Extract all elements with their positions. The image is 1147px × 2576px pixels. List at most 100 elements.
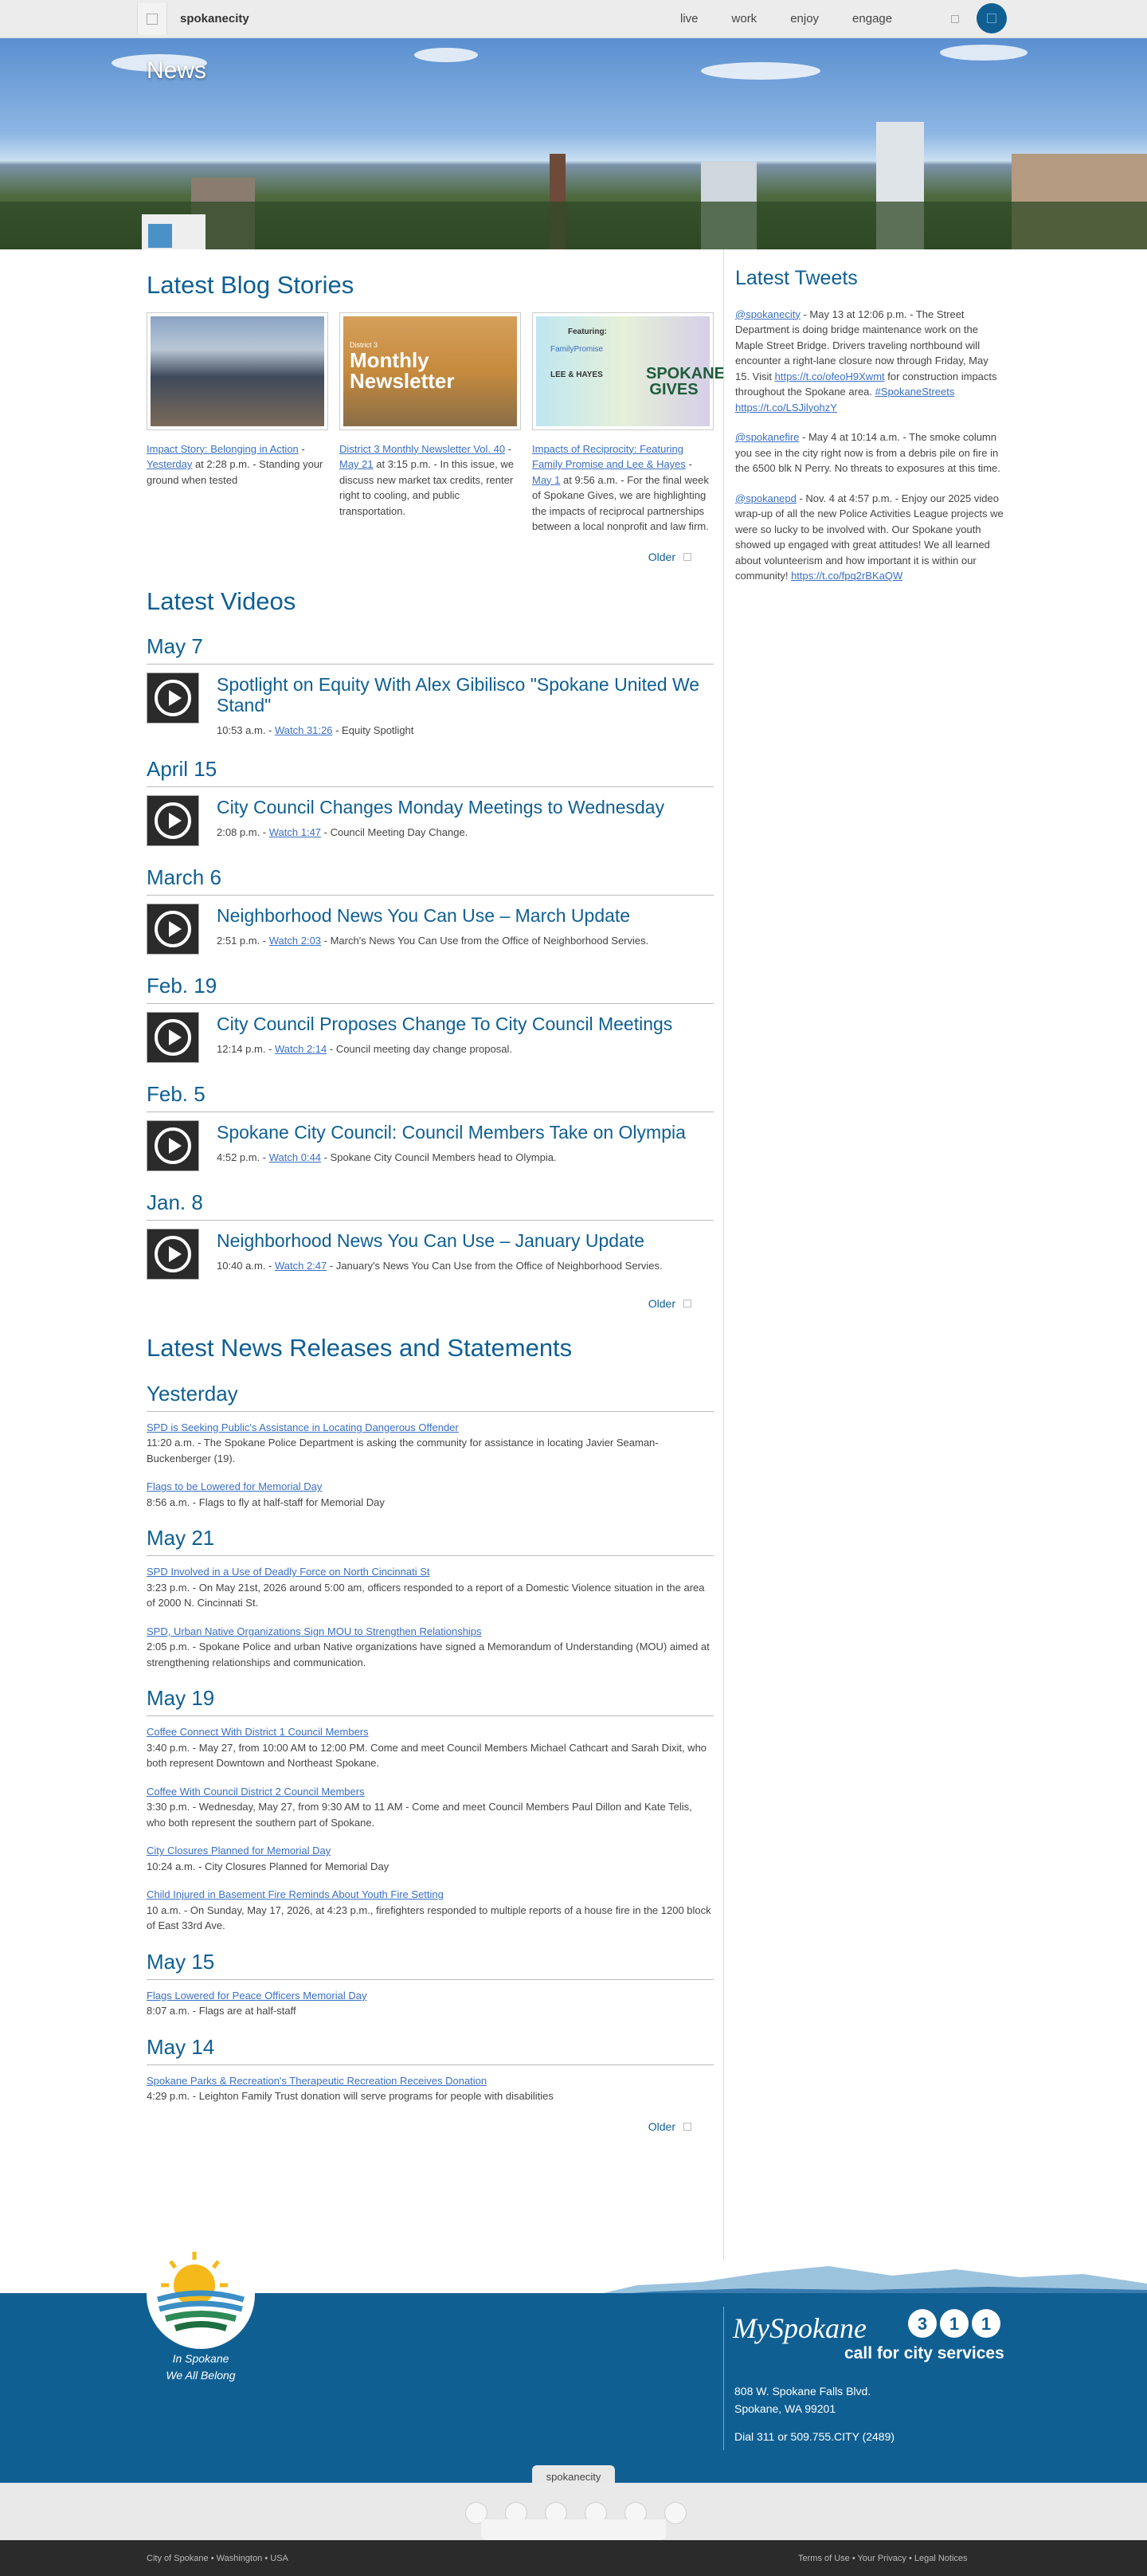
- watch-link[interactable]: Watch 2:14: [275, 1043, 327, 1055]
- user-icon: [987, 14, 996, 23]
- blog-thumbnail[interactable]: District 3 Monthly Newsletter: [339, 312, 521, 430]
- video-thumbnail[interactable]: [147, 795, 199, 847]
- news-item: Flags to be Lowered for Memorial Day 8:56…: [147, 1479, 714, 1510]
- 311-logo: 311: [908, 2309, 1004, 2338]
- news-item: SPD, Urban Native Organizations Sign MOU…: [147, 1624, 714, 1671]
- tweet-handle[interactable]: @spokanepd: [735, 492, 797, 504]
- blog-thumbnail[interactable]: Featuring: FamilyPromise LEE & HAYES SPO…: [532, 312, 725, 430]
- video-title[interactable]: City Council Changes Monday Meetings to …: [217, 797, 664, 817]
- phone-number[interactable]: Dial 311 or 509.755.CITY (2489): [734, 2428, 895, 2445]
- video-item: Neighborhood News You Can Use – January …: [147, 1229, 714, 1280]
- nav-engage[interactable]: engage: [852, 10, 892, 29]
- news-item: Coffee With Council District 2 Council M…: [147, 1784, 714, 1831]
- bottom-bar: City of Spokane • Washington • USA Terms…: [0, 2540, 1147, 2576]
- video-thumbnail[interactable]: [147, 672, 199, 723]
- tweet-link[interactable]: https://t.co/ofeoH9Xwmt: [775, 371, 885, 382]
- video-thumbnail[interactable]: [147, 1120, 199, 1172]
- news-summary: 4:29 p.m. - Leighton Family Trust donati…: [147, 2090, 554, 2103]
- news-title-link[interactable]: Flags to be Lowered for Memorial Day: [147, 1479, 714, 1495]
- social-icon[interactable]: [664, 2502, 687, 2524]
- news-item: Coffee Connect With District 1 Council M…: [147, 1724, 714, 1771]
- play-icon: [155, 1127, 191, 1165]
- news-title-link[interactable]: SPD is Seeking Public's Assistance in Lo…: [147, 1420, 714, 1436]
- news-summary: 10:24 a.m. - City Closures Planned for M…: [147, 1860, 390, 1872]
- news-item: City Closures Planned for Memorial Day 10…: [147, 1843, 714, 1874]
- news-title-link[interactable]: Spokane Parks & Recreation's Therapeutic…: [147, 2073, 714, 2089]
- news-item: Flags Lowered for Peace Officers Memoria…: [147, 1988, 714, 2019]
- news-title-link[interactable]: City Closures Planned for Memorial Day: [147, 1843, 714, 1859]
- video-thumbnail[interactable]: [147, 1012, 199, 1064]
- news-title-link[interactable]: SPD Involved in a Use of Deadly Force on…: [147, 1564, 714, 1580]
- videos-older-link[interactable]: Older: [147, 1296, 691, 1312]
- site-logo[interactable]: spokanecity: [180, 10, 249, 29]
- video-title[interactable]: Neighborhood News You Can Use – March Up…: [217, 905, 648, 926]
- watch-link[interactable]: Watch 2:03: [269, 935, 321, 947]
- thumb-sg: SPOKANE GIVES: [646, 364, 725, 398]
- video-desc: - March's News You Can Use from the Offi…: [321, 934, 649, 947]
- video-date: March 6: [147, 862, 714, 896]
- video-thumbnail[interactable]: [147, 1229, 199, 1280]
- video-thumbnail[interactable]: [147, 904, 199, 955]
- footer-divider: [723, 2307, 724, 2450]
- older-label: Older: [648, 1297, 675, 1311]
- nav-work[interactable]: work: [732, 10, 757, 29]
- blog-heading: Latest Blog Stories: [147, 271, 354, 299]
- tweet-item: @spokanecity - May 13 at 12:06 p.m. - Th…: [735, 307, 1004, 416]
- tweet-handle[interactable]: @spokanefire: [735, 431, 799, 443]
- news-title-link[interactable]: Flags Lowered for Peace Officers Memoria…: [147, 1988, 714, 2004]
- video-title[interactable]: Neighborhood News You Can Use – January …: [217, 1230, 663, 1251]
- blog-title-link[interactable]: Impact Story: Belonging in Action: [147, 443, 299, 455]
- news-title-link[interactable]: Coffee Connect With District 1 Council M…: [147, 1724, 714, 1740]
- blog-title-link[interactable]: Impacts of Reciprocity: Featuring Family…: [532, 443, 686, 471]
- mountains-graphic: [589, 2266, 1147, 2296]
- blog-date-link[interactable]: Yesterday: [147, 458, 192, 470]
- video-title[interactable]: Spokane City Council: Council Members Ta…: [217, 1122, 686, 1143]
- bottom-tab[interactable]: [481, 2519, 666, 2540]
- video-item: Spokane City Council: Council Members Ta…: [147, 1120, 714, 1172]
- nav-live[interactable]: live: [680, 10, 699, 29]
- city-logo[interactable]: [147, 2241, 255, 2349]
- bottom-right-links[interactable]: Terms of Use • Your Privacy • Legal Noti…: [798, 2552, 968, 2566]
- blog-item: Impact Story: Belonging in Action - Yest…: [147, 312, 328, 535]
- blog-date-link[interactable]: May 21: [339, 458, 374, 470]
- main-nav: live work enjoy engage: [680, 8, 926, 30]
- watch-link[interactable]: Watch 2:47: [275, 1260, 327, 1272]
- blog-item: District 3 Monthly Newsletter District 3…: [339, 312, 521, 535]
- news-summary: 8:56 a.m. - Flags to fly at half-staff f…: [147, 1496, 385, 1508]
- tweet-handle[interactable]: @spokanecity: [735, 308, 801, 320]
- video-title[interactable]: Spotlight on Equity With Alex Gibilisco …: [217, 674, 714, 716]
- nav-enjoy[interactable]: enjoy: [790, 10, 819, 29]
- video-title[interactable]: City Council Proposes Change To City Cou…: [217, 1014, 672, 1034]
- video-desc: - Spokane City Council Members head to O…: [321, 1151, 557, 1163]
- tweet-link[interactable]: https://t.co/LSJilyohzY: [735, 402, 837, 414]
- account-button[interactable]: [977, 3, 1007, 33]
- bottom-left-links[interactable]: City of Spokane • Washington • USA: [147, 2552, 288, 2566]
- watch-link[interactable]: Watch 1:47: [269, 826, 321, 838]
- news-older-link[interactable]: Older: [147, 2119, 691, 2135]
- watch-link[interactable]: Watch 0:44: [269, 1151, 321, 1163]
- video-time: 12:14 p.m. -: [217, 1042, 275, 1055]
- search-button[interactable]: [943, 8, 967, 30]
- page-title: News: [147, 57, 207, 84]
- top-bar: spokanecity live work enjoy engage: [0, 0, 1147, 38]
- tweet-item: @spokanefire - May 4 at 10:14 a.m. - The…: [735, 429, 1004, 476]
- blog-older-link[interactable]: Older: [147, 549, 691, 566]
- video-list: May 7 Spotlight on Equity With Alex Gibi…: [147, 631, 714, 1280]
- watch-link[interactable]: Watch 31:26: [275, 724, 333, 736]
- news-title-link[interactable]: Child Injured in Basement Fire Reminds A…: [147, 1887, 714, 1903]
- blog-title-link[interactable]: District 3 Monthly Newsletter Vol. 40: [339, 443, 505, 455]
- tweet-link[interactable]: https://t.co/fpq2rBKaQW: [791, 570, 902, 582]
- news-title-link[interactable]: SPD, Urban Native Organizations Sign MOU…: [147, 1624, 714, 1640]
- hero-tab[interactable]: [142, 214, 206, 249]
- tweet-hashtag[interactable]: #SpokaneStreets: [875, 386, 955, 398]
- news-date: May 15: [147, 1947, 714, 1980]
- older-label: Older: [648, 2119, 675, 2133]
- news-title-link[interactable]: Coffee With Council District 2 Council M…: [147, 1784, 714, 1800]
- video-time: 2:08 p.m. -: [217, 825, 269, 838]
- video-desc: - January's News You Can Use from the Of…: [327, 1259, 663, 1272]
- menu-button[interactable]: [137, 3, 167, 35]
- video-item: Neighborhood News You Can Use – March Up…: [147, 904, 714, 955]
- social-bar: [0, 2483, 1147, 2540]
- blog-thumbnail[interactable]: [147, 312, 328, 430]
- blog-date-link[interactable]: May 1: [532, 474, 560, 486]
